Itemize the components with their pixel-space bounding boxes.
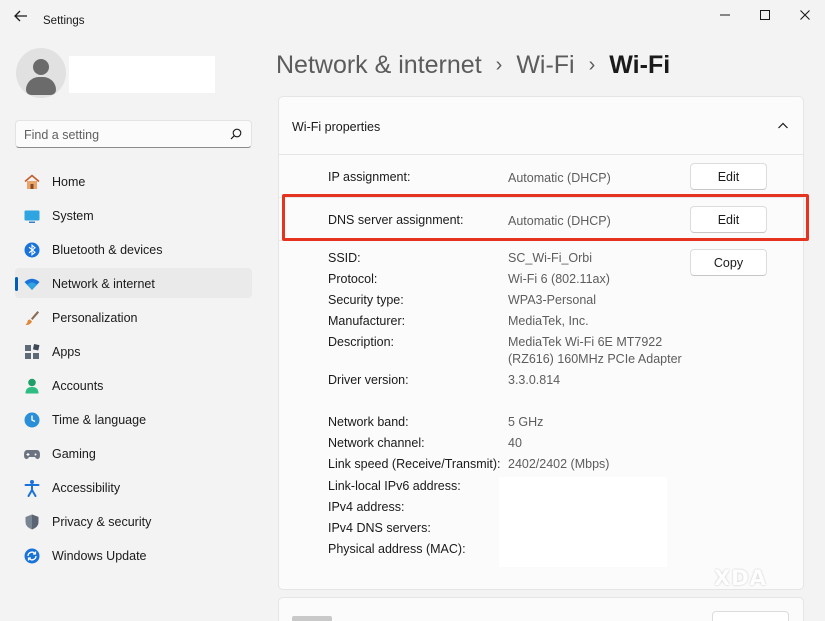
security-type-label: Security type: — [328, 293, 404, 307]
update-icon — [24, 548, 40, 564]
apps-icon — [25, 344, 40, 359]
breadcrumb: Network & internet › Wi-Fi › Wi-Fi — [276, 48, 670, 82]
sidebar-item-label: Home — [52, 175, 86, 189]
link-speed-label: Link speed (Receive/Transmit): — [328, 457, 501, 471]
sidebar-item-gaming[interactable]: Gaming — [15, 438, 252, 468]
wifi-properties-card: Wi-Fi properties IP assignment: Automati… — [278, 96, 804, 590]
sidebar-item-time-language[interactable]: Time & language — [15, 404, 252, 434]
search-icon[interactable] — [230, 128, 242, 140]
next-card — [278, 597, 804, 621]
wifi-properties-header[interactable]: Wi-Fi properties — [279, 97, 803, 155]
sidebar-item-label: Windows Update — [52, 549, 147, 563]
bluetooth-icon — [24, 242, 40, 258]
sidebar-item-label: Accessibility — [52, 481, 121, 495]
page-title: Wi-Fi — [609, 50, 671, 79]
ipv4-dns-label: IPv4 DNS servers: — [328, 521, 431, 535]
title-bar: Settings — [0, 0, 825, 32]
avatar — [16, 48, 66, 98]
clock-globe-icon — [24, 412, 40, 428]
system-icon — [24, 210, 40, 223]
description-value-line2: (RZ616) 160MHz PCIe Adapter — [508, 352, 682, 366]
manufacturer-value: MediaTek, Inc. — [508, 314, 589, 328]
copy-button[interactable]: Copy — [690, 249, 767, 276]
chevron-right-icon: › — [495, 53, 503, 76]
ipv4-address-label: IPv4 address: — [328, 500, 405, 514]
ssid-label: SSID: — [328, 251, 361, 265]
sidebar-item-label: Time & language — [52, 413, 147, 427]
ip-assignment-value: Automatic (DHCP) — [508, 171, 611, 185]
sidebar-item-network[interactable]: Network & internet — [15, 268, 252, 298]
wifi-icon — [24, 278, 40, 290]
network-channel-label: Network channel: — [328, 436, 425, 450]
sidebar-item-label: System — [52, 209, 94, 223]
accessibility-icon — [24, 480, 40, 497]
close-icon — [800, 10, 810, 20]
sidebar-item-privacy-security[interactable]: Privacy & security — [15, 506, 252, 536]
back-arrow-icon — [14, 10, 27, 22]
shield-icon — [25, 514, 39, 530]
minimize-icon — [720, 14, 730, 16]
next-card-button[interactable] — [712, 611, 789, 621]
breadcrumb-network[interactable]: Network & internet — [276, 51, 482, 80]
search-box[interactable] — [15, 120, 252, 148]
redacted-addresses — [499, 477, 667, 567]
close-button[interactable] — [790, 5, 820, 25]
sidebar-item-bluetooth[interactable]: Bluetooth & devices — [15, 234, 252, 264]
sidebar-item-apps[interactable]: Apps — [15, 336, 252, 366]
maximize-button[interactable] — [750, 5, 780, 25]
chevron-up-icon[interactable] — [777, 121, 789, 131]
search-input[interactable] — [24, 126, 214, 143]
mac-address-label: Physical address (MAC): — [328, 542, 466, 556]
brush-icon — [25, 311, 39, 326]
maximize-icon — [760, 10, 770, 20]
account-icon — [25, 378, 39, 394]
sidebar-item-windows-update[interactable]: Windows Update — [15, 540, 252, 570]
xda-watermark: XDA — [714, 566, 767, 590]
breadcrumb-wifi[interactable]: Wi-Fi — [516, 51, 574, 80]
back-button[interactable] — [12, 8, 30, 24]
sidebar-item-accessibility[interactable]: Accessibility — [15, 472, 252, 502]
sidebar-item-system[interactable]: System — [15, 200, 252, 230]
security-type-value: WPA3-Personal — [508, 293, 596, 307]
ipv6-address-label: Link-local IPv6 address: — [328, 479, 461, 493]
protocol-label: Protocol: — [328, 272, 378, 286]
driver-version-value: 3.3.0.814 — [508, 373, 561, 387]
sidebar-item-label: Bluetooth & devices — [52, 243, 163, 257]
description-label: Description: — [328, 335, 394, 349]
gamepad-icon — [24, 450, 40, 459]
sidebar-item-label: Gaming — [52, 447, 96, 461]
driver-version-label: Driver version: — [328, 373, 409, 387]
sidebar-item-home[interactable]: Home — [15, 166, 252, 196]
card-title: Wi-Fi properties — [292, 120, 381, 134]
sidebar-item-label: Accounts — [52, 379, 104, 393]
description-value: MediaTek Wi-Fi 6E MT7922 — [508, 335, 663, 349]
sidebar-item-label: Privacy & security — [52, 515, 152, 529]
sidebar-item-label: Apps — [52, 345, 81, 359]
network-channel-value: 40 — [508, 436, 522, 450]
protocol-value: Wi-Fi 6 (802.11ax) — [508, 272, 610, 286]
edit-ip-button[interactable]: Edit — [690, 163, 767, 190]
minimize-button[interactable] — [710, 5, 740, 25]
network-band-value: 5 GHz — [508, 415, 544, 429]
dns-highlight-box — [282, 194, 809, 241]
redacted-profile-name — [69, 56, 215, 93]
home-icon — [24, 174, 40, 189]
settings-window: Settings Find a setting Home System Blue… — [0, 0, 825, 621]
sidebar-nav: Home System Bluetooth & devices Network … — [15, 166, 252, 574]
network-band-label: Network band: — [328, 415, 409, 429]
sidebar-item-personalization[interactable]: Personalization — [15, 302, 252, 332]
sidebar-item-label: Network & internet — [52, 277, 155, 291]
watermark-text: XDA — [714, 566, 767, 590]
chevron-right-icon: › — [588, 53, 596, 76]
sidebar-item-accounts[interactable]: Accounts — [15, 370, 252, 400]
ip-assignment-label: IP assignment: — [328, 170, 411, 184]
link-speed-value: 2402/2402 (Mbps) — [508, 457, 610, 471]
manufacturer-label: Manufacturer: — [328, 314, 406, 328]
app-title: Settings — [43, 15, 85, 27]
sidebar-item-label: Personalization — [52, 311, 138, 325]
next-card-title — [292, 616, 332, 621]
ssid-value: SC_Wi-Fi_Orbi — [508, 251, 593, 265]
